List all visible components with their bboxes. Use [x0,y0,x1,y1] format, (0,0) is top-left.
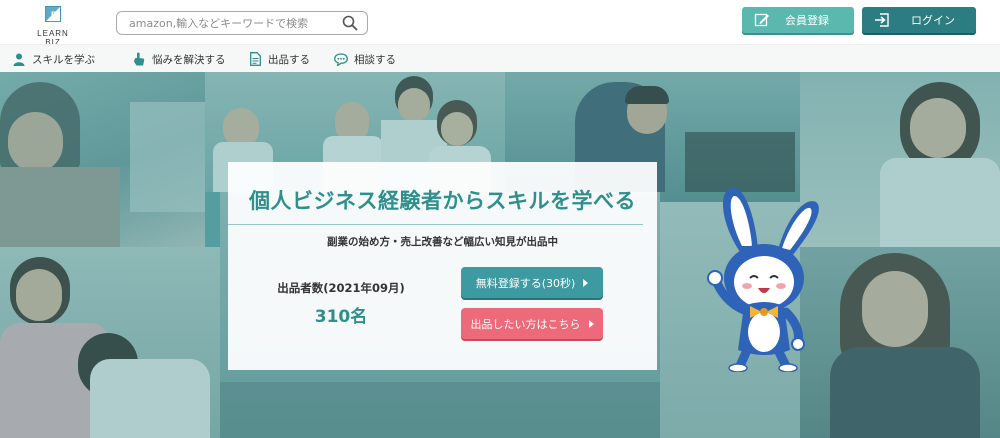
chat-bubble-icon [334,52,348,66]
hero-card: 個人ビジネス経験者からスキルを学べる 副業の始め方・売上改善など幅広い知見が出品… [228,162,657,370]
seller-count-value: 310名 [314,307,368,327]
rabbit-mascot-icon [707,187,819,372]
logo[interactable]: B LEARN BIZ [28,4,78,47]
logo-mark-icon: B [42,4,64,26]
nav-item-solve-problems[interactable]: 悩みを解決する [132,51,226,67]
header: B LEARN BIZ 会員登録 ログイン [0,0,1000,47]
sell-cta-button-label: 出品したい方はこちら [470,317,581,331]
document-icon [248,52,262,66]
register-button[interactable]: 会員登録 [742,7,854,33]
nav-item-consult[interactable]: 相談する [334,51,396,67]
seller-count-label: 出品者数(2021年09月) [277,281,405,295]
sell-cta-button[interactable]: 出品したい方はこちら [461,308,603,339]
free-register-button-label: 無料登録する(30秒) [475,276,576,290]
nav-item-label: 悩みを解決する [152,53,226,66]
nav-item-sell[interactable]: 出品する [248,51,310,67]
hero-subtitle: 副業の始め方・売上改善など幅広い知見が出品中 [327,236,558,248]
divider [228,224,643,225]
search-icon[interactable] [342,15,358,31]
search-input[interactable] [117,13,332,34]
login-button-label: ログイン [911,14,955,27]
arrow-right-icon [583,278,589,287]
login-button[interactable]: ログイン [862,7,976,33]
login-icon [875,13,889,27]
search-box [116,11,368,35]
hand-pointer-icon [132,52,146,66]
nav-item-label: 出品する [268,53,310,66]
person-icon [12,52,26,66]
main-nav: スキルを学ぶ 悩みを解決する 出品する 相談する [0,44,1000,72]
edit-icon [754,13,769,27]
nav-item-label: 相談する [354,53,396,66]
register-button-label: 会員登録 [785,14,829,27]
hero-title: 個人ビジネス経験者からスキルを学べる [249,189,636,213]
free-register-button[interactable]: 無料登録する(30秒) [461,267,603,298]
hero-banner: 個人ビジネス経験者からスキルを学べる 副業の始め方・売上改善など幅広い知見が出品… [0,72,1000,438]
nav-item-label: スキルを学ぶ [32,53,95,66]
nav-item-learn-skills[interactable]: スキルを学ぶ [12,51,95,67]
arrow-right-icon [588,319,594,328]
